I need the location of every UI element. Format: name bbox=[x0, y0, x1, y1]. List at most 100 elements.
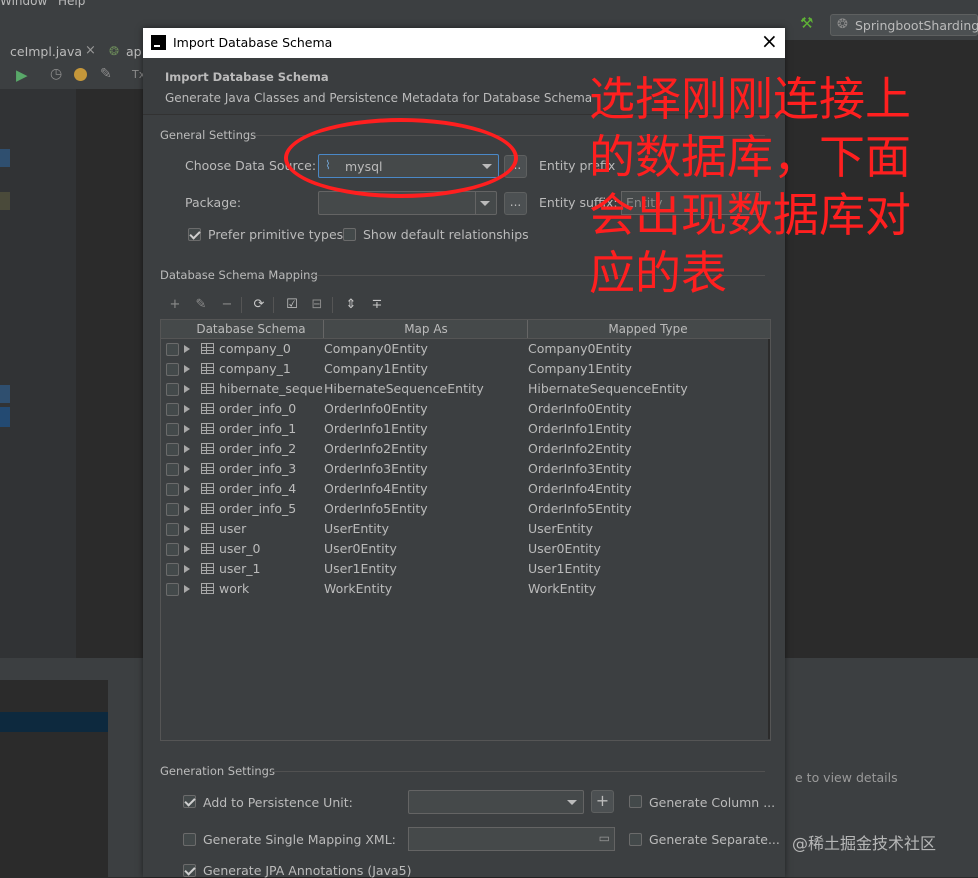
mapped-type-cell[interactable]: Company1Entity bbox=[528, 361, 766, 376]
expand-arrow-icon[interactable] bbox=[184, 405, 190, 413]
mapped-type-cell[interactable]: UserEntity bbox=[528, 521, 766, 536]
expand-arrow-icon[interactable] bbox=[184, 565, 190, 573]
persistence-unit-select[interactable] bbox=[408, 790, 584, 814]
wrench-icon[interactable]: ✎ bbox=[100, 66, 112, 82]
add-icon[interactable]: + bbox=[167, 297, 183, 313]
column-header-mapped-type[interactable]: Mapped Type bbox=[528, 322, 768, 336]
run-config-select[interactable]: ❂ SpringbootShardingA bbox=[830, 14, 978, 36]
row-checkbox[interactable] bbox=[166, 523, 179, 536]
map-as-cell[interactable]: User0Entity bbox=[324, 541, 524, 556]
editor-area[interactable] bbox=[76, 89, 145, 659]
map-as-cell[interactable]: Company1Entity bbox=[324, 361, 524, 376]
mapped-type-cell[interactable]: OrderInfo5Entity bbox=[528, 501, 766, 516]
mapped-type-cell[interactable]: WorkEntity bbox=[528, 581, 766, 596]
table-row[interactable]: order_info_3 OrderInfo3Entity OrderInfo3En… bbox=[161, 459, 770, 479]
jpa-annotations-checkbox[interactable] bbox=[183, 864, 196, 877]
table-row[interactable]: user UserEntity UserEntity bbox=[161, 519, 770, 539]
expand-arrow-icon[interactable] bbox=[184, 365, 190, 373]
expand-arrow-icon[interactable] bbox=[184, 485, 190, 493]
table-row[interactable]: order_info_0 OrderInfo0Entity OrderInfo0En… bbox=[161, 399, 770, 419]
map-as-cell[interactable]: Company0Entity bbox=[324, 341, 524, 356]
expand-arrow-icon[interactable] bbox=[184, 425, 190, 433]
expand-arrow-icon[interactable] bbox=[184, 525, 190, 533]
edit-icon[interactable]: ✎ bbox=[193, 297, 209, 313]
mapped-type-cell[interactable]: User1Entity bbox=[528, 561, 766, 576]
mapped-type-cell[interactable]: OrderInfo3Entity bbox=[528, 461, 766, 476]
add-persistence-unit-button[interactable]: + bbox=[591, 790, 614, 813]
row-checkbox[interactable] bbox=[166, 363, 179, 376]
row-checkbox[interactable] bbox=[166, 543, 179, 556]
map-as-cell[interactable]: OrderInfo2Entity bbox=[324, 441, 524, 456]
menu-help[interactable]: Help bbox=[58, 0, 85, 8]
map-as-cell[interactable]: OrderInfo4Entity bbox=[324, 481, 524, 496]
add-persistence-checkbox[interactable] bbox=[183, 795, 196, 808]
column-header-map-as[interactable]: Map As bbox=[324, 322, 528, 336]
mapped-type-cell[interactable]: User0Entity bbox=[528, 541, 766, 556]
row-checkbox[interactable] bbox=[166, 443, 179, 456]
table-row[interactable]: hibernate_sequen HibernateSequenceEntity H… bbox=[161, 379, 770, 399]
expand-arrow-icon[interactable] bbox=[184, 385, 190, 393]
single-mapping-checkbox[interactable] bbox=[183, 833, 196, 846]
table-row[interactable]: order_info_1 OrderInfo1Entity OrderInfo1En… bbox=[161, 419, 770, 439]
mapped-type-cell[interactable]: HibernateSequenceEntity bbox=[528, 381, 766, 396]
remove-icon[interactable]: − bbox=[219, 297, 235, 313]
table-row[interactable]: work WorkEntity WorkEntity bbox=[161, 579, 770, 599]
uncheck-all-icon[interactable]: ⊟ bbox=[309, 297, 325, 313]
map-as-cell[interactable]: UserEntity bbox=[324, 521, 524, 536]
close-icon[interactable]: × bbox=[761, 31, 778, 51]
profile-icon[interactable] bbox=[74, 68, 87, 81]
mapped-type-cell[interactable]: Company0Entity bbox=[528, 341, 766, 356]
row-checkbox[interactable] bbox=[166, 483, 179, 496]
table-row[interactable]: user_1 User1Entity User1Entity bbox=[161, 559, 770, 579]
run-icon[interactable]: ▶ bbox=[16, 66, 28, 84]
row-checkbox[interactable] bbox=[166, 583, 179, 596]
tab-close-icon[interactable]: × bbox=[85, 43, 96, 58]
mapped-type-cell[interactable]: OrderInfo0Entity bbox=[528, 401, 766, 416]
editor-tab-app[interactable]: ap bbox=[126, 44, 142, 59]
table-row[interactable]: user_0 User0Entity User0Entity bbox=[161, 539, 770, 559]
expand-arrow-icon[interactable] bbox=[184, 545, 190, 553]
check-all-icon[interactable]: ☑ bbox=[284, 297, 300, 313]
expand-arrow-icon[interactable] bbox=[184, 505, 190, 513]
expand-arrow-icon[interactable] bbox=[184, 585, 190, 593]
show-default-checkbox[interactable] bbox=[343, 228, 356, 241]
row-checkbox[interactable] bbox=[166, 503, 179, 516]
row-checkbox[interactable] bbox=[166, 563, 179, 576]
folder-icon[interactable]: ▭ bbox=[599, 831, 610, 845]
build-hammer-icon[interactable]: ⚒ bbox=[800, 14, 813, 32]
prefer-primitive-checkbox[interactable] bbox=[188, 228, 201, 241]
table-row[interactable]: order_info_5 OrderInfo5Entity OrderInfo5En… bbox=[161, 499, 770, 519]
table-row[interactable]: order_info_4 OrderInfo4Entity OrderInfo4En… bbox=[161, 479, 770, 499]
expand-all-icon[interactable]: ⇕ bbox=[343, 297, 359, 313]
collapse-all-icon[interactable]: ∓ bbox=[369, 297, 385, 313]
map-as-cell[interactable]: HibernateSequenceEntity bbox=[324, 381, 524, 396]
row-checkbox[interactable] bbox=[166, 403, 179, 416]
map-as-cell[interactable]: User1Entity bbox=[324, 561, 524, 576]
column-header-schema[interactable]: Database Schema bbox=[181, 322, 321, 336]
table-row[interactable]: company_1 Company1Entity Company1Entity bbox=[161, 359, 770, 379]
row-checkbox[interactable] bbox=[166, 423, 179, 436]
generate-separate-checkbox[interactable] bbox=[629, 833, 642, 846]
menu-window[interactable]: Window bbox=[0, 0, 47, 8]
package-browse-button[interactable]: ... bbox=[504, 192, 527, 215]
row-checkbox[interactable] bbox=[166, 343, 179, 356]
map-as-cell[interactable]: OrderInfo3Entity bbox=[324, 461, 524, 476]
generate-column-checkbox[interactable] bbox=[629, 795, 642, 808]
mapped-type-cell[interactable]: OrderInfo2Entity bbox=[528, 441, 766, 456]
map-as-cell[interactable]: WorkEntity bbox=[324, 581, 524, 596]
table-row[interactable]: company_0 Company0Entity Company0Entity bbox=[161, 339, 770, 359]
editor-tab-service-impl[interactable]: ceImpl.java bbox=[10, 44, 82, 59]
expand-arrow-icon[interactable] bbox=[184, 345, 190, 353]
row-checkbox[interactable] bbox=[166, 383, 179, 396]
mapped-type-cell[interactable]: OrderInfo1Entity bbox=[528, 421, 766, 436]
mapped-type-cell[interactable]: OrderInfo4Entity bbox=[528, 481, 766, 496]
map-as-cell[interactable]: OrderInfo1Entity bbox=[324, 421, 524, 436]
map-as-cell[interactable]: OrderInfo5Entity bbox=[324, 501, 524, 516]
single-mapping-path-input[interactable]: ▭ bbox=[408, 827, 615, 851]
table-row[interactable]: order_info_2 OrderInfo2Entity OrderInfo2En… bbox=[161, 439, 770, 459]
row-checkbox[interactable] bbox=[166, 463, 179, 476]
map-as-cell[interactable]: OrderInfo0Entity bbox=[324, 401, 524, 416]
expand-arrow-icon[interactable] bbox=[184, 465, 190, 473]
expand-arrow-icon[interactable] bbox=[184, 445, 190, 453]
refresh-icon[interactable]: ⟳ bbox=[251, 297, 267, 313]
